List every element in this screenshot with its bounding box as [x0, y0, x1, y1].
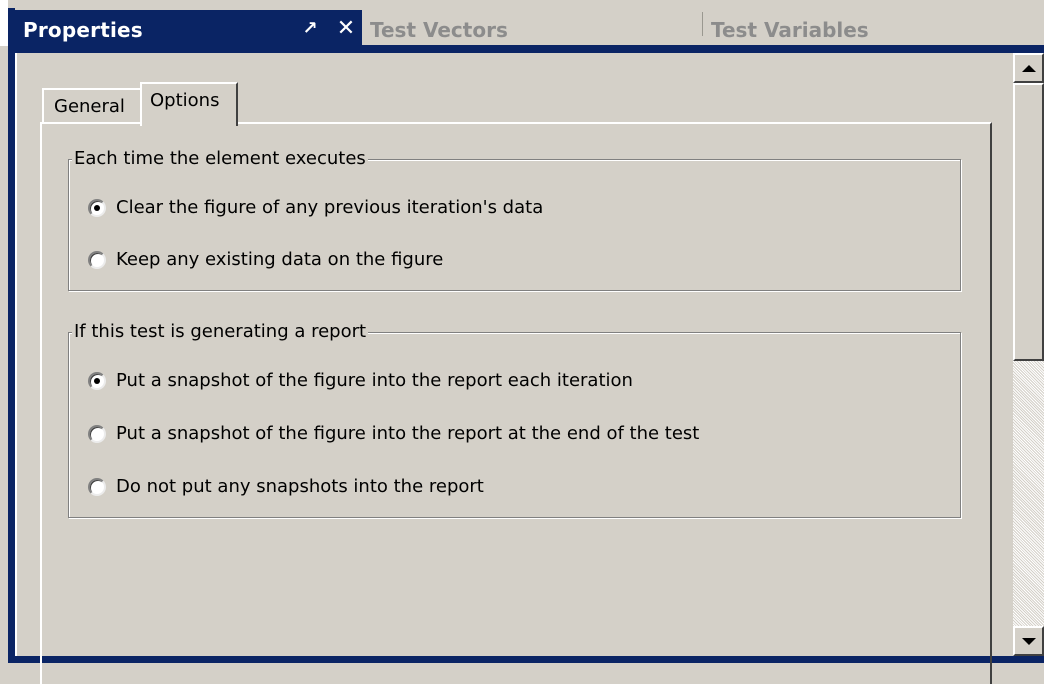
panel-frame-left: [8, 46, 15, 663]
keep-data-label: Keep any existing data on the figure: [116, 249, 444, 270]
keep-data-option[interactable]: Keep any existing data on the figure: [88, 249, 443, 270]
snapshot-end-of-test-option[interactable]: Put a snapshot of the figure into the re…: [88, 423, 699, 444]
snapshot-each-iteration-option[interactable]: Put a snapshot of the figure into the re…: [88, 370, 633, 391]
frame-edge: [0, 0, 8, 46]
vertical-scrollbar[interactable]: [1013, 53, 1044, 656]
keep-data-radio[interactable]: [88, 250, 106, 269]
tab-general-label: General: [54, 96, 125, 117]
clear-figure-radio[interactable]: [88, 198, 106, 217]
tab-test-variables-label: Test Variables: [711, 18, 869, 42]
tab-properties-label: Properties: [23, 18, 143, 42]
snapshot-end-of-test-radio[interactable]: [88, 424, 106, 443]
panel-frame-top: [15, 46, 1044, 53]
document-tab-strip: Properties ↗ ✕ Test Vectors Test Variabl…: [0, 0, 1044, 46]
no-snapshots-radio[interactable]: [88, 477, 106, 496]
scroll-thumb[interactable]: [1013, 83, 1044, 361]
snapshot-each-iteration-label: Put a snapshot of the figure into the re…: [116, 370, 633, 391]
frame-edge-dark: [8, 8, 15, 46]
snapshot-end-of-test-label: Put a snapshot of the figure into the re…: [116, 423, 700, 444]
clear-figure-option[interactable]: Clear the figure of any previous iterati…: [88, 197, 543, 218]
execution-groupbox: [68, 159, 961, 291]
scroll-down-button[interactable]: [1013, 626, 1044, 656]
report-group-title: If this test is generating a report: [72, 321, 369, 342]
scroll-up-button[interactable]: [1013, 53, 1044, 83]
tab-properties[interactable]: Properties ↗ ✕: [15, 10, 362, 46]
tab-test-variables[interactable]: Test Variables: [703, 10, 1044, 46]
arrow-down-icon: [1021, 637, 1036, 645]
execution-group-title: Each time the element executes: [72, 148, 368, 169]
tab-options[interactable]: Options: [140, 82, 238, 126]
pin-icon[interactable]: ↗: [300, 18, 320, 39]
arrow-up-icon: [1021, 64, 1036, 72]
clear-figure-label: Clear the figure of any previous iterati…: [116, 197, 544, 218]
tab-options-label: Options: [150, 90, 220, 111]
no-snapshots-option[interactable]: Do not put any snapshots into the report: [88, 476, 484, 497]
tab-test-vectors[interactable]: Test Vectors: [362, 10, 702, 46]
tab-test-vectors-label: Test Vectors: [370, 18, 508, 42]
snapshot-each-iteration-radio[interactable]: [88, 371, 106, 390]
tab-general[interactable]: General: [42, 88, 144, 124]
no-snapshots-label: Do not put any snapshots into the report: [116, 476, 484, 497]
close-icon[interactable]: ✕: [335, 18, 357, 40]
